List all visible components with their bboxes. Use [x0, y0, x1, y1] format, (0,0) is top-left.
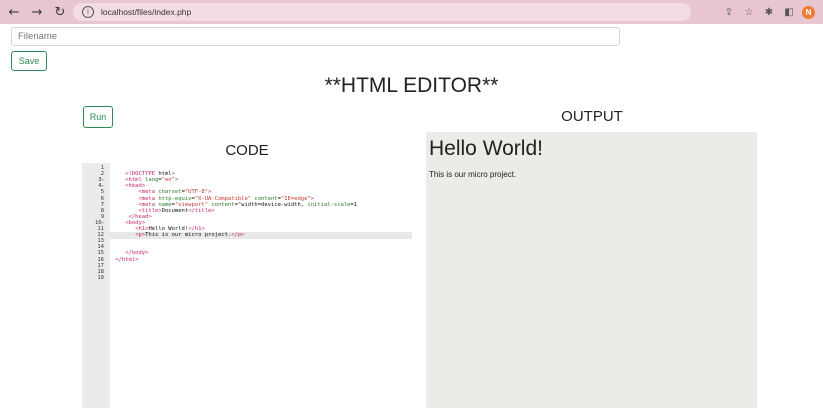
page-title: **HTML EDITOR**: [324, 74, 499, 97]
line-number: 12: [97, 232, 104, 239]
line-number: 17: [97, 262, 104, 269]
reload-icon[interactable]: ↻: [51, 3, 69, 21]
browser-toolbar: ← → ↻ i localhost/files/index.php ⇪ ☆ ✱ …: [0, 0, 823, 24]
url-text: localhost/files/index.php: [101, 7, 192, 17]
fold-arrow-icon[interactable]: ▾: [102, 183, 104, 188]
code-line[interactable]: <p>This is our micro project.</p>: [112, 232, 412, 238]
line-number: 10▾: [94, 219, 104, 226]
fold-arrow-icon[interactable]: ▾: [102, 177, 104, 182]
browser-actions: ⇪ ☆ ✱ ◧ N: [722, 3, 815, 21]
star-icon[interactable]: ☆: [742, 5, 756, 19]
line-number: 11: [97, 226, 104, 232]
line-number: 3▾: [98, 177, 104, 184]
code-line[interactable]: </html>: [112, 257, 412, 263]
code-line[interactable]: </body>: [112, 250, 412, 256]
sidebar-icon[interactable]: ◧: [782, 5, 796, 19]
line-number: 18: [97, 268, 104, 275]
code-heading: CODE: [225, 142, 269, 159]
output-paragraph: This is our micro project.: [429, 170, 517, 179]
line-number: 4▾: [98, 183, 104, 190]
line-number-gutter: 1 2 3▾ 4▾ 5 6 7 8 9 10▾ 11 12 13 14 15 16 17 18 19: [82, 163, 110, 408]
code-line[interactable]: <meta http-equiv="X-UA-Compatible" conte…: [112, 196, 412, 202]
code-line[interactable]: <meta charset="UTF-8">: [112, 189, 412, 195]
line-number: 16: [97, 256, 104, 263]
code-line[interactable]: <head>: [112, 183, 412, 189]
output-panel: Hello World! This is our micro project.: [426, 132, 757, 408]
line-number: 9: [100, 213, 104, 220]
fold-arrow-icon[interactable]: ▾: [102, 220, 104, 225]
code-line[interactable]: <h1>Hello World!</h1>: [112, 226, 412, 232]
run-button[interactable]: Run: [83, 106, 113, 128]
code-line[interactable]: <meta name="viewport" content="width=dev…: [112, 202, 412, 208]
line-number: 19: [97, 274, 104, 281]
line-number: 5: [100, 189, 104, 196]
filename-input[interactable]: [11, 27, 620, 46]
line-number: 6: [100, 195, 104, 202]
line-number: 8: [100, 207, 104, 214]
share-icon[interactable]: ⇪: [722, 5, 736, 19]
line-number: 14: [97, 244, 104, 251]
address-bar[interactable]: i localhost/files/index.php: [73, 3, 691, 21]
code-line[interactable]: <!DOCTYPE html>: [112, 171, 412, 177]
back-icon[interactable]: ←: [5, 3, 23, 21]
line-number: 15: [97, 250, 104, 257]
extensions-icon[interactable]: ✱: [762, 5, 776, 19]
profile-avatar[interactable]: N: [802, 5, 815, 19]
code-line[interactable]: <html lang="en">: [112, 177, 412, 183]
line-number: 13: [97, 238, 104, 245]
forward-icon[interactable]: →: [28, 3, 46, 21]
code-line[interactable]: <title>Document</title>: [112, 208, 412, 214]
line-number: 7: [100, 201, 104, 208]
line-number: 1: [100, 165, 104, 171]
code-line[interactable]: </head>: [112, 214, 412, 220]
code-line[interactable]: <body>: [112, 220, 412, 226]
line-number: 2: [100, 171, 104, 178]
info-icon[interactable]: i: [82, 6, 94, 18]
code-editor[interactable]: 1 2 3▾ 4▾ 5 6 7 8 9 10▾ 11 12 13 14 15 16 17 18 19 <!DOCTY…: [82, 163, 412, 408]
output-heading: OUTPUT: [561, 108, 623, 125]
save-button[interactable]: Save: [11, 51, 47, 71]
output-h1: Hello World!: [429, 137, 543, 160]
